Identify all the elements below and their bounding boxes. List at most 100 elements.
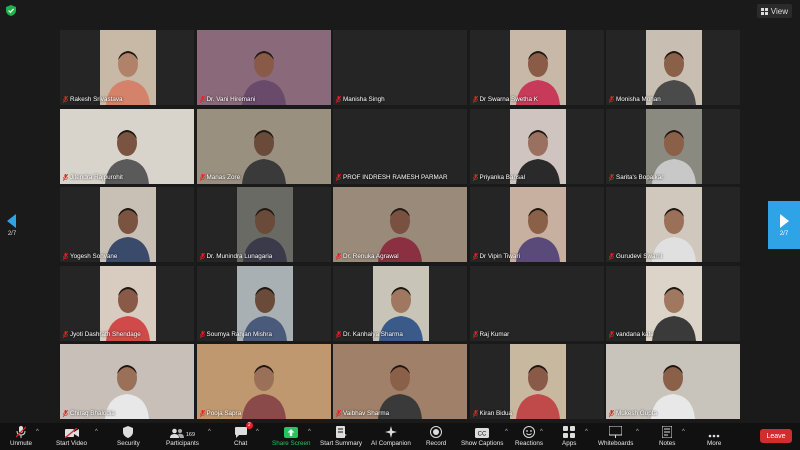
view-label: View bbox=[770, 6, 788, 16]
mic-muted-icon bbox=[336, 331, 341, 338]
record-button[interactable]: Record bbox=[426, 425, 446, 447]
participant-tile[interactable]: Vaibhav Sharma bbox=[333, 344, 467, 419]
audio-options-chevron-icon[interactable]: ^ bbox=[36, 429, 39, 435]
participant-tile[interactable]: Rakesh Srivastava bbox=[60, 30, 194, 105]
chat-chevron-icon[interactable]: ^ bbox=[256, 429, 259, 435]
participant-name: Jyoti Dashrath Shendage bbox=[70, 331, 141, 338]
chat-bubble-icon bbox=[234, 427, 247, 438]
participant-name-label: Dr. Munindra Lunagaria bbox=[199, 251, 273, 261]
participant-name-label: Jyoti Dashrath Shendage bbox=[63, 330, 141, 340]
participant-name: Dr Vipin Tiwari bbox=[479, 252, 520, 260]
leave-button[interactable]: Leave bbox=[760, 429, 792, 443]
participant-tile[interactable]: Yogesh Sonvane bbox=[60, 187, 194, 262]
participant-tile[interactable]: Priyanka Bansal bbox=[469, 108, 604, 184]
mic-muted-icon bbox=[63, 95, 68, 103]
participant-tile[interactable]: Dr. Kanhaiya Sharma bbox=[333, 265, 467, 341]
participant-name-label: Chirag Bhalodia bbox=[63, 408, 115, 418]
reactions-icon bbox=[523, 426, 535, 438]
shield-check-icon[interactable] bbox=[6, 5, 16, 16]
mic-muted-icon bbox=[199, 174, 205, 181]
mic-muted-icon bbox=[472, 331, 478, 338]
participant-name: Monisha Mohan bbox=[616, 95, 661, 103]
reactions-button[interactable]: Reactions bbox=[515, 425, 543, 447]
participant-tile[interactable]: Monisha Mohan bbox=[606, 30, 740, 105]
participant-tile[interactable]: Dr Vipin Tiwari bbox=[469, 187, 604, 262]
record-label: Record bbox=[426, 440, 447, 447]
whiteboards-chevron-icon[interactable]: ^ bbox=[636, 429, 639, 435]
chevron-left-icon bbox=[7, 213, 16, 228]
captions-chevron-icon[interactable]: ^ bbox=[505, 429, 508, 435]
participant-tile[interactable]: Soumya Ranjan Mishra bbox=[196, 265, 331, 341]
apps-button[interactable]: Apps bbox=[562, 425, 576, 447]
page-indicator-right: 2/7 bbox=[779, 230, 789, 237]
participant-name-label: Gurudevi Swami bbox=[609, 251, 662, 261]
more-button[interactable]: More bbox=[707, 425, 721, 447]
participant-tile[interactable]: Kiran Bidua bbox=[469, 344, 604, 419]
apps-label: Apps bbox=[562, 440, 577, 447]
participant-silhouette bbox=[652, 286, 696, 341]
top-bar: View bbox=[0, 0, 800, 22]
participant-tile[interactable]: Manas Zore bbox=[196, 108, 331, 184]
captions-icon: CC bbox=[475, 428, 490, 438]
mic-muted-icon bbox=[609, 409, 614, 417]
mic-muted-icon bbox=[336, 95, 341, 103]
participant-tile[interactable]: vandana kate bbox=[606, 265, 740, 341]
participant-tile[interactable]: Dr. Vani Hiremani bbox=[196, 30, 331, 105]
video-grid: Rakesh Srivastava Dr. Vani Hiremani Manish… bbox=[60, 30, 740, 419]
participant-tile[interactable]: Chirag Bhalodia bbox=[60, 344, 194, 419]
participant-tile[interactable]: Mukesh Gupta bbox=[606, 344, 740, 419]
mic-muted-icon bbox=[472, 252, 478, 260]
notes-button[interactable]: Notes bbox=[659, 425, 675, 447]
mic-muted-icon bbox=[199, 95, 205, 103]
whiteboards-button[interactable]: Whiteboards bbox=[598, 425, 633, 447]
show-captions-label: Show Captions bbox=[461, 440, 504, 447]
mic-muted-icon bbox=[199, 409, 205, 417]
share-screen-button[interactable]: Share Screen bbox=[272, 425, 311, 447]
mic-muted-icon bbox=[472, 174, 478, 181]
security-button[interactable]: Security bbox=[117, 425, 140, 447]
participant-name: Dr. Munindra Lunagaria bbox=[206, 252, 273, 260]
participant-name: Gurudevi Swami bbox=[616, 252, 663, 260]
notes-chevron-icon[interactable]: ^ bbox=[682, 429, 685, 435]
chat-button[interactable]: 2 Chat bbox=[234, 422, 253, 447]
more-dots-icon bbox=[708, 434, 720, 438]
apps-icon bbox=[563, 426, 576, 438]
start-summary-button[interactable]: Start Summary bbox=[320, 425, 362, 447]
next-page-button[interactable]: 2/7 bbox=[768, 201, 800, 249]
reactions-chevron-icon[interactable]: ^ bbox=[540, 429, 543, 435]
participant-name: Dr. Vani Hiremani bbox=[206, 95, 256, 103]
participant-name: Sarita's Bopalkar bbox=[616, 174, 664, 181]
apps-chevron-icon[interactable]: ^ bbox=[585, 429, 588, 435]
video-options-chevron-icon[interactable]: ^ bbox=[95, 429, 98, 435]
previous-page-button[interactable]: 2/7 bbox=[0, 201, 24, 249]
mic-muted-icon bbox=[63, 252, 68, 260]
ai-companion-button[interactable]: AI Companion bbox=[371, 425, 411, 447]
participant-name: Soumya Ranjan Mishra bbox=[206, 331, 272, 338]
participants-chevron-icon[interactable]: ^ bbox=[208, 429, 211, 435]
chat-label: Chat bbox=[234, 440, 248, 447]
view-button[interactable]: View bbox=[756, 4, 792, 18]
participant-tile[interactable]: Pooja Sapra bbox=[196, 344, 331, 419]
participant-tile[interactable]: Raj Kumar bbox=[469, 265, 604, 341]
participant-tile[interactable]: Dr Swarna Swetha K bbox=[469, 30, 604, 105]
share-chevron-icon[interactable]: ^ bbox=[308, 429, 311, 435]
start-video-button[interactable]: Start Video bbox=[56, 425, 87, 447]
participant-tile[interactable]: Dr. Munindra Lunagaria bbox=[196, 187, 331, 262]
mic-muted-icon bbox=[336, 174, 341, 181]
participants-button[interactable]: 169 Participants bbox=[166, 425, 199, 447]
participant-tile[interactable]: Jyoti Dashrath Shendage bbox=[60, 265, 194, 341]
participants-count: 169 bbox=[185, 432, 196, 438]
participant-name: Yogesh Sonvane bbox=[70, 252, 118, 260]
participant-tile[interactable]: Sarita's Bopalkar bbox=[606, 108, 740, 184]
show-captions-button[interactable]: CC Show Captions bbox=[461, 425, 503, 447]
participant-tile[interactable]: PROF INDRESH RAMESH PARMAR bbox=[333, 108, 467, 184]
participant-tile[interactable]: Manisha Singh bbox=[333, 30, 467, 105]
unmute-button[interactable]: Unmute bbox=[10, 425, 32, 447]
reactions-label: Reactions bbox=[515, 440, 544, 447]
participant-name: Raj Kumar bbox=[479, 331, 510, 338]
participant-tile[interactable]: Dr. Renuka Agrawal bbox=[333, 187, 467, 262]
ai-companion-label: AI Companion bbox=[371, 440, 411, 447]
mic-muted-icon bbox=[336, 409, 341, 417]
participant-tile[interactable]: Gurudevi Swami bbox=[606, 187, 740, 262]
participant-tile[interactable]: Jitendra Rajpurohit bbox=[60, 108, 194, 184]
